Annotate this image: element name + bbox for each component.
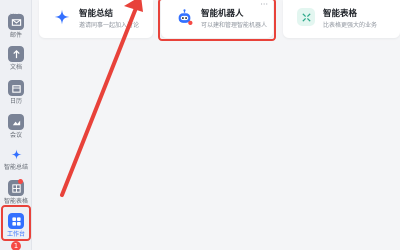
unread-badge: 1 [11, 241, 21, 250]
sidebar-item-label: 邮件 [9, 32, 22, 39]
sidebar-item-meeting[interactable]: 会议 [0, 108, 32, 144]
sidebar-item-label: 会议 [9, 132, 22, 139]
calendar-icon [8, 80, 24, 96]
sidebar-item-label: 日历 [9, 98, 22, 105]
sparkle-icon [8, 146, 24, 162]
sidebar: 消息 邮件 文档 日历 会议 智能总结 智能表格 [0, 0, 32, 250]
app-card-smart-sheet[interactable]: 智能表格 比表格更强大的业务 [283, 0, 400, 38]
smart-sheet-icon [297, 8, 315, 26]
app-card-smart-summary[interactable]: 智能总结 邀请同事一起加入讨论 [39, 0, 153, 38]
card-title: 智能总结 [79, 9, 114, 19]
card-description: 邀请同事一起加入讨论 [79, 22, 140, 29]
card-description: 比表格更强大的业务 [323, 22, 378, 29]
docs-icon [8, 46, 24, 62]
sidebar-item-label: 文档 [9, 64, 22, 71]
robot-card-highlight-box [158, 0, 276, 41]
sidebar-item-mail[interactable]: 邮件 [0, 8, 32, 44]
sidebar-item-label: 智能总结 [3, 164, 28, 171]
sidebar-item-smart-summary[interactable]: 智能总结 [0, 140, 32, 176]
mail-icon [8, 14, 24, 30]
card-title: 智能表格 [323, 9, 358, 19]
workbench-highlight-box [1, 205, 31, 241]
meeting-icon [8, 114, 24, 130]
sidebar-item-docs[interactable]: 文档 [0, 40, 32, 76]
sparkle-icon [53, 8, 71, 26]
sidebar-item-calendar[interactable]: 日历 [0, 74, 32, 110]
notification-dot [18, 179, 23, 184]
